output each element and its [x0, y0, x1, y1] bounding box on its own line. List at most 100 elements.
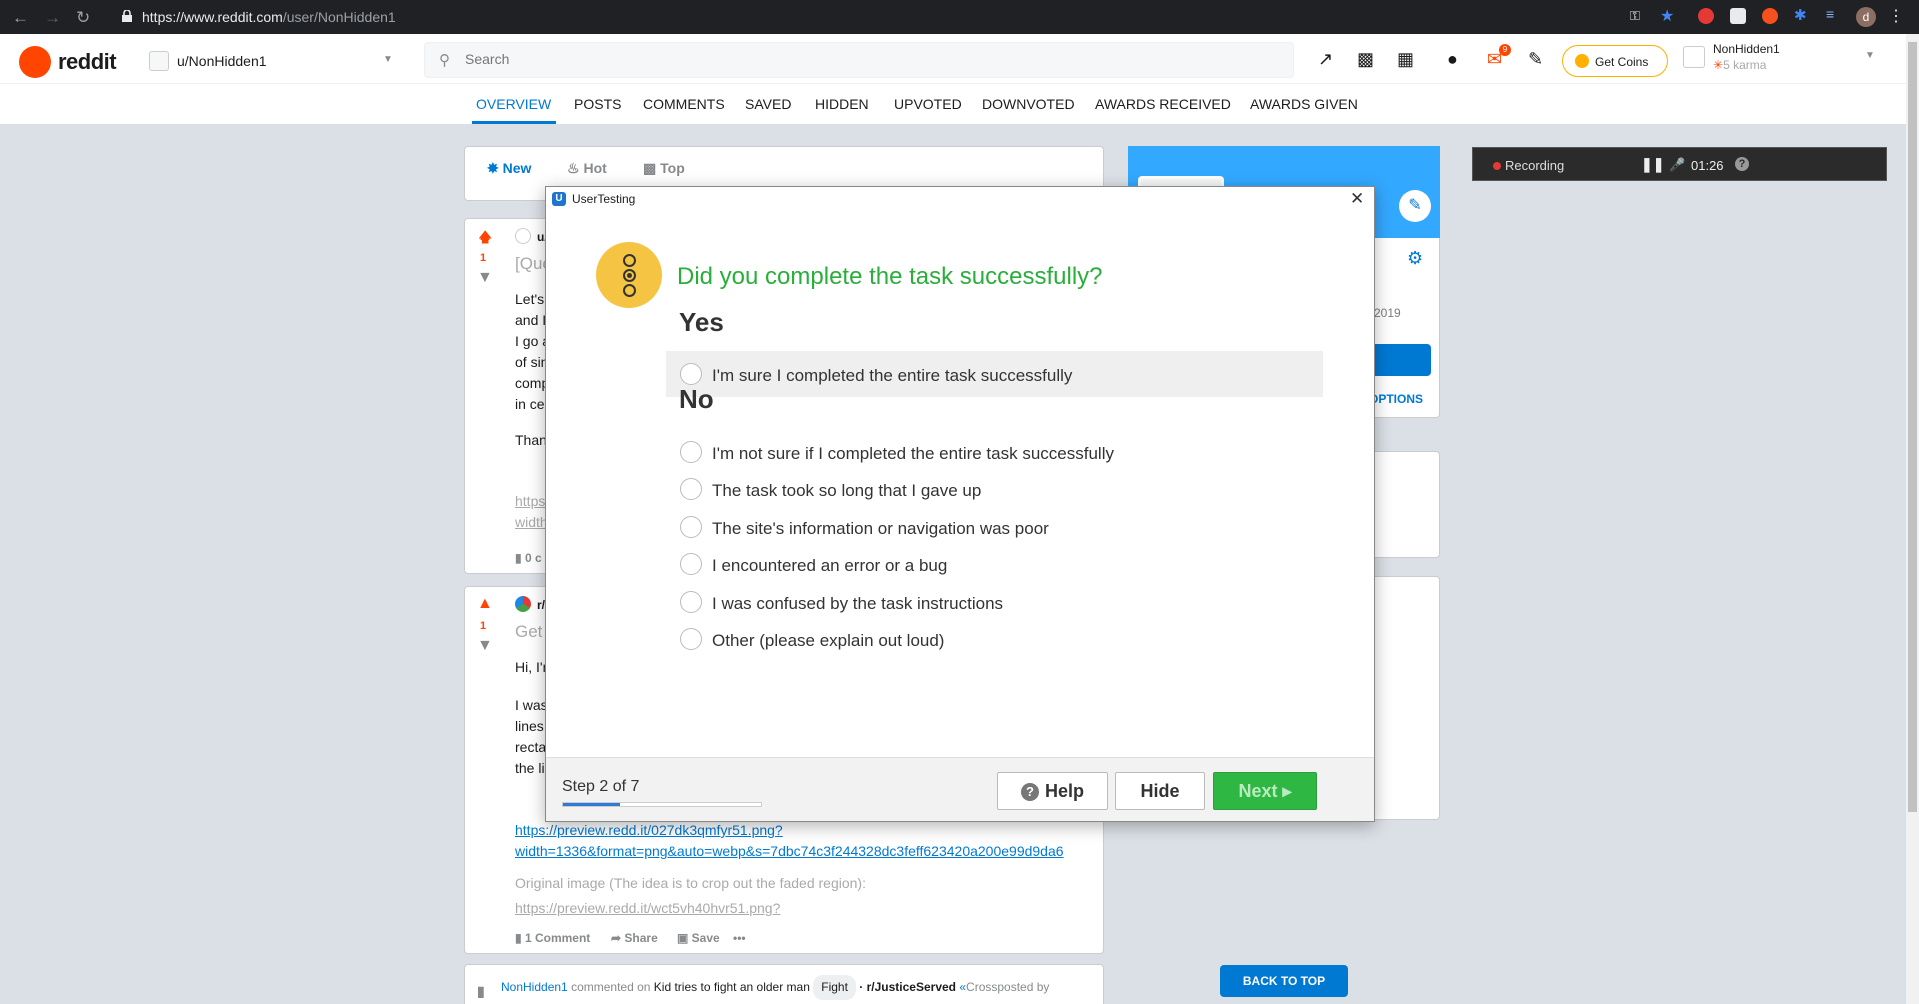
recording-label: Recording	[1505, 158, 1565, 173]
downvote-button[interactable]: ▼	[477, 637, 493, 655]
option-other[interactable]: Other (please explain out loud)	[666, 616, 1323, 662]
radio-button[interactable]	[680, 591, 702, 613]
key-icon[interactable]: ⚿	[1630, 8, 1646, 24]
vote-score: 1	[480, 620, 487, 632]
tab-awards-received[interactable]: AWARDS RECEIVED	[1095, 96, 1231, 112]
extension-alert-icon[interactable]	[1762, 8, 1778, 24]
user-avatar-icon	[149, 51, 169, 71]
share-button[interactable]: ➦ Share	[611, 931, 658, 945]
reddit-logo-icon[interactable]	[19, 46, 51, 78]
url-text: https://www.reddit.com/user/NonHidden1	[142, 9, 396, 25]
extension-adblock-icon[interactable]	[1698, 8, 1714, 24]
profile-tabs: OVERVIEW POSTS COMMENTS SAVED HIDDEN UPV…	[0, 84, 1906, 124]
community-dropdown[interactable]: u/NonHidden1 ▼	[145, 42, 395, 76]
forward-icon[interactable]: →	[44, 8, 61, 28]
comment-activity-card[interactable]: ▮ NonHidden1 commented on Kid tries to f…	[464, 964, 1104, 1004]
page-scrollbar[interactable]	[1906, 34, 1919, 1004]
option-yes-completed[interactable]: I'm sure I completed the entire task suc…	[666, 351, 1323, 397]
subreddit-icon	[515, 596, 531, 612]
cake-day-value: 2019	[1374, 306, 1401, 320]
save-button[interactable]: ▣ Save	[677, 931, 720, 945]
sort-top-button[interactable]: ▩ Top	[643, 160, 685, 177]
close-icon[interactable]: ✕	[1350, 189, 1364, 209]
tab-awards-given[interactable]: AWARDS GIVEN	[1250, 96, 1358, 112]
post-link[interactable]: https	[515, 491, 545, 512]
extensions-puzzle-icon[interactable]: ✱	[1794, 6, 1810, 24]
profile-avatar[interactable]: d	[1856, 7, 1876, 27]
next-button[interactable]: Next ▸	[1213, 772, 1317, 810]
extension-bookmark-icon[interactable]	[1730, 8, 1746, 24]
reddit-wordmark[interactable]: reddit	[58, 49, 117, 75]
post-subreddit[interactable]: r/	[515, 595, 545, 616]
tab-posts[interactable]: POSTS	[574, 96, 621, 112]
tab-overview[interactable]: OVERVIEW	[476, 96, 551, 112]
chat-icon[interactable]: ●	[1447, 49, 1458, 70]
coin-icon	[1575, 54, 1589, 68]
option-label: I'm sure I completed the entire task suc…	[712, 366, 1073, 385]
option-label: The site's information or navigation was…	[712, 519, 1049, 538]
comments-button[interactable]: ▮ 0 c	[515, 551, 542, 565]
hide-button[interactable]: Hide	[1115, 772, 1205, 810]
upvote-button[interactable]: ▲	[477, 227, 493, 245]
comment-icon: ▮	[477, 983, 485, 999]
edit-pencil-icon[interactable]: ✎	[1399, 190, 1431, 222]
upvote-button[interactable]: ▲	[477, 595, 493, 613]
post-link[interactable]: https://preview.redd.it/wct5vh40hvr51.pn…	[515, 898, 780, 919]
search-input[interactable]	[465, 51, 1065, 67]
radio-button[interactable]	[680, 363, 702, 385]
post-link[interactable]: https://preview.redd.it/027dk3qmfyr51.pn…	[515, 820, 783, 841]
more-options-button[interactable]: •••	[733, 931, 746, 945]
record-dot-icon	[1493, 162, 1501, 170]
activity-subreddit-link[interactable]: r/JusticeServed	[867, 980, 956, 994]
radio-button[interactable]	[680, 478, 702, 500]
help-question-icon[interactable]: ?	[1735, 157, 1749, 171]
scrollbar-thumb[interactable]	[1908, 42, 1917, 812]
recording-timer: 01:26	[1691, 158, 1724, 173]
option-label: Other (please explain out loud)	[712, 631, 945, 650]
radio-button[interactable]	[680, 441, 702, 463]
post-link[interactable]: width=1336&format=png&auto=webp&s=7dbc74…	[515, 841, 1064, 862]
popular-trending-icon[interactable]: ↗	[1318, 49, 1333, 70]
activity-user-link[interactable]: NonHidden1	[501, 980, 568, 994]
flair-badge: Fight	[813, 975, 856, 1000]
back-to-top-button[interactable]: BACK TO TOP	[1220, 965, 1348, 997]
tab-downvoted[interactable]: DOWNVOTED	[982, 96, 1075, 112]
radio-button[interactable]	[680, 628, 702, 650]
lock-icon	[122, 10, 132, 22]
all-chart-icon[interactable]: ▩	[1357, 49, 1374, 70]
help-button[interactable]: ? Help	[997, 772, 1108, 810]
tab-upvoted[interactable]: UPVOTED	[894, 96, 962, 112]
pause-icon[interactable]: ❚❚	[1641, 156, 1664, 173]
search-box[interactable]: ⚲	[424, 42, 1294, 78]
sort-new-button[interactable]: ✸ New	[487, 160, 531, 177]
radio-button[interactable]	[680, 553, 702, 575]
post-body-line: I was	[515, 697, 548, 713]
more-options-link[interactable]: OPTIONS	[1369, 392, 1423, 406]
yes-heading: Yes	[679, 307, 724, 337]
back-icon[interactable]: ←	[12, 8, 29, 28]
post-author[interactable]: u/	[515, 227, 548, 248]
search-icon: ⚲	[439, 52, 450, 69]
tab-comments[interactable]: COMMENTS	[643, 96, 725, 112]
bookmark-star-icon[interactable]: ★	[1660, 6, 1676, 25]
post-link[interactable]: width	[515, 512, 548, 533]
radio-button[interactable]	[680, 516, 702, 538]
reading-list-icon[interactable]: ≡	[1826, 6, 1842, 22]
post-body-line: recta	[515, 739, 547, 755]
post-body-line: Let's	[515, 291, 545, 307]
tab-hidden[interactable]: HIDDEN	[815, 96, 869, 112]
gear-icon[interactable]: ⚙	[1407, 248, 1423, 269]
sort-hot-button[interactable]: ♨ Hot	[567, 160, 607, 177]
browser-menu-icon[interactable]: ⋮	[1888, 6, 1904, 25]
downvote-button[interactable]: ▼	[477, 269, 493, 287]
post-title[interactable]: Get	[515, 621, 542, 642]
qr-icon[interactable]: ▦	[1397, 49, 1414, 70]
microphone-icon[interactable]: 🎤	[1669, 157, 1685, 173]
get-coins-button[interactable]: Get Coins	[1562, 45, 1668, 77]
activity-line: NonHidden1 commented on Kid tries to fig…	[501, 975, 1049, 1000]
create-post-pencil-icon[interactable]: ✎	[1528, 49, 1543, 70]
tab-saved[interactable]: SAVED	[745, 96, 791, 112]
comments-button[interactable]: ▮ 1 Comment	[515, 931, 590, 945]
reload-icon[interactable]: ↻	[76, 8, 90, 28]
dialog-title: UserTesting	[572, 192, 636, 206]
